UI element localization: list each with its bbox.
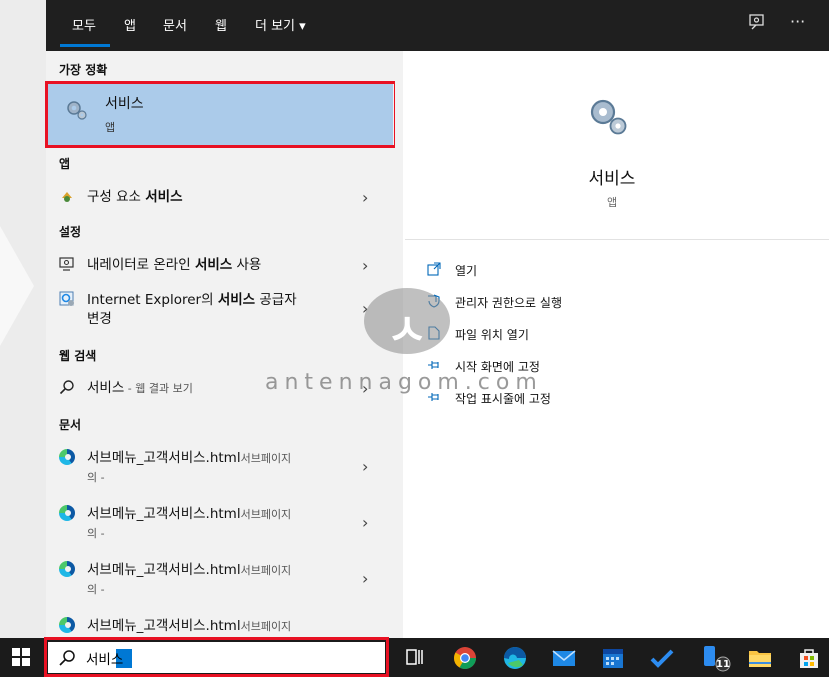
detail-title: 서비스: [588, 169, 636, 189]
store-icon[interactable]: [797, 646, 821, 670]
taskbar: 11: [0, 637, 829, 677]
chevron-right-icon[interactable]: ›: [362, 256, 368, 275]
desktop-decoration: [0, 226, 34, 346]
search-icon: [59, 379, 75, 395]
chrome-icon[interactable]: [453, 646, 477, 670]
divider: [405, 239, 829, 240]
document-label: 서브메뉴_고객서비스.html서브페이지 의 -: [87, 506, 292, 540]
mail-icon[interactable]: [552, 646, 576, 670]
desktop-background: [0, 0, 46, 638]
more-options-icon[interactable]: ···: [790, 12, 805, 31]
tab-more[interactable]: 더 보기 ▾: [255, 15, 306, 34]
todo-icon[interactable]: [650, 646, 674, 670]
calendar-icon[interactable]: [601, 646, 625, 670]
ie-settings-icon: [59, 291, 75, 307]
narrator-icon: [59, 256, 75, 272]
chevron-right-icon[interactable]: ›: [362, 569, 368, 588]
feedback-icon[interactable]: [748, 13, 766, 35]
highlight-box: [44, 637, 389, 677]
document-label: 서브메뉴_고객서비스.html서브페이지 의 -: [87, 450, 292, 484]
active-tab-indicator: [60, 44, 110, 47]
tab-web[interactable]: 웹: [215, 15, 227, 34]
edge-icon[interactable]: [503, 646, 527, 670]
tab-documents[interactable]: 문서: [163, 15, 187, 34]
tab-apps[interactable]: 앱: [124, 15, 136, 34]
highlight-box: [45, 81, 397, 148]
section-web-search: 웹 검색: [59, 349, 97, 363]
chevron-right-icon[interactable]: ›: [362, 457, 368, 476]
settings-result-label: 내레이터로 온라인 서비스 사용: [87, 257, 262, 273]
edge-icon: [59, 505, 75, 521]
search-scope-bar: 모두 앱 문서 웹 더 보기 ▾ ···: [46, 0, 829, 51]
file-explorer-icon[interactable]: [748, 646, 772, 670]
watermark-text: antennagom.com: [265, 370, 543, 395]
web-result-label: 서비스 - 웹 결과 보기: [87, 380, 193, 396]
edge-icon: [59, 449, 75, 465]
detail-panel: 서비스 앱 열기 관리자 권한으로 실행 파일 위치 열기 시작 화면에 고정 …: [395, 51, 829, 638]
notification-badge: 11: [716, 659, 730, 670]
section-apps: 앱: [59, 157, 71, 171]
open-icon: [427, 262, 441, 276]
settings-result-label: Internet Explorer의 서비스 공급자 변경: [87, 292, 297, 327]
chevron-right-icon[interactable]: ›: [362, 513, 368, 532]
edge-icon: [59, 617, 75, 633]
chevron-right-icon[interactable]: ›: [362, 188, 368, 207]
app-result-label: 구성 요소 서비스: [87, 189, 183, 205]
document-label: 서브메뉴_고객서비스.html서브페이지: [87, 618, 292, 634]
task-view-icon[interactable]: [404, 646, 428, 670]
tab-all[interactable]: 모두: [72, 15, 96, 34]
windows-start-icon[interactable]: [12, 648, 36, 672]
component-services-icon: [59, 188, 75, 204]
section-best-match: 가장 정확: [59, 63, 108, 77]
section-settings: 설정: [59, 225, 82, 239]
edge-icon: [59, 561, 75, 577]
services-gear-icon: [586, 96, 630, 142]
document-label: 서브메뉴_고객서비스.html서브페이지 의 -: [87, 562, 292, 596]
section-documents: 문서: [59, 418, 82, 432]
detail-type: 앱: [606, 196, 618, 209]
watermark-logo: ㅅ: [364, 288, 450, 356]
